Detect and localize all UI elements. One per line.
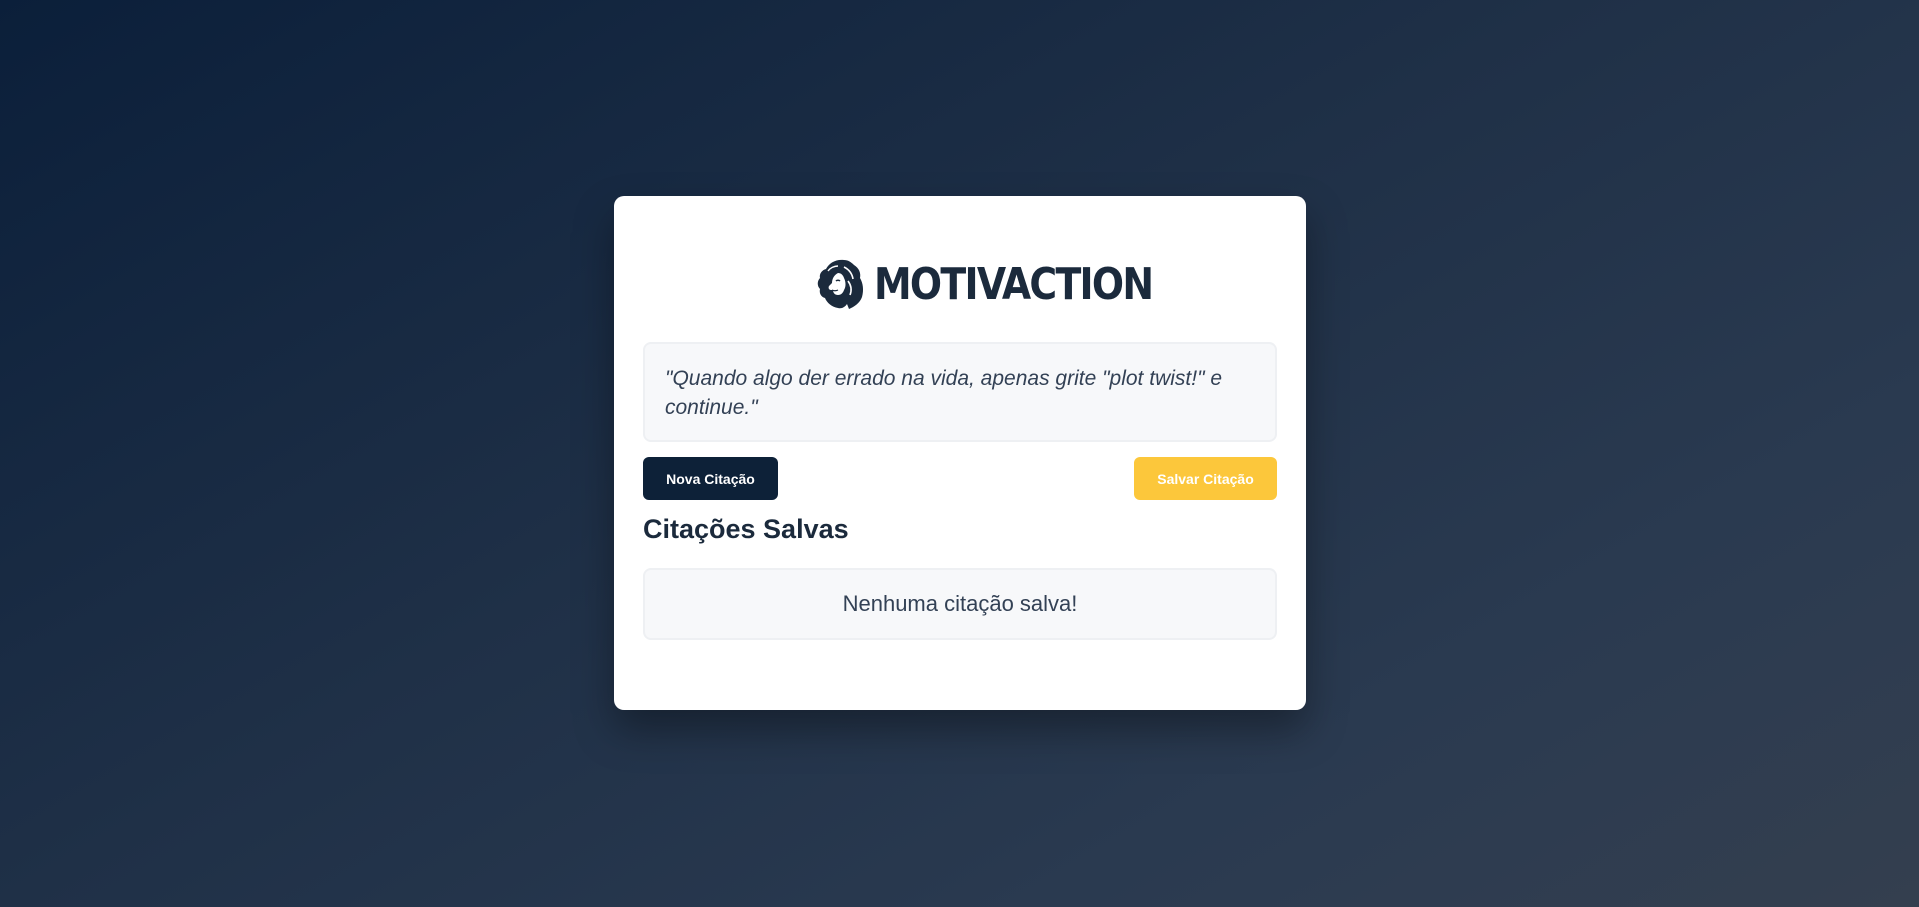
quote-card: MOTIVACTION "Quando algo der errado na v… bbox=[614, 196, 1306, 710]
lion-head-icon bbox=[817, 259, 864, 309]
quote-display: "Quando algo der errado na vida, apenas … bbox=[643, 342, 1277, 442]
new-quote-button[interactable]: Nova Citação bbox=[643, 457, 778, 500]
saved-quotes-title: Citações Salvas bbox=[643, 514, 849, 544]
brand-header: MOTIVACTION bbox=[643, 256, 1277, 312]
quote-text: "Quando algo der errado na vida, apenas … bbox=[665, 367, 1223, 419]
quote-actions: Nova Citação Salvar Citação bbox=[643, 457, 1277, 500]
saved-quotes-list: Nenhuma citação salva! bbox=[643, 568, 1277, 640]
save-quote-button[interactable]: Salvar Citação bbox=[1134, 457, 1277, 500]
brand-name: MOTIVACTION bbox=[874, 258, 1154, 310]
empty-saved-message: Nenhuma citação salva! bbox=[842, 591, 1078, 616]
